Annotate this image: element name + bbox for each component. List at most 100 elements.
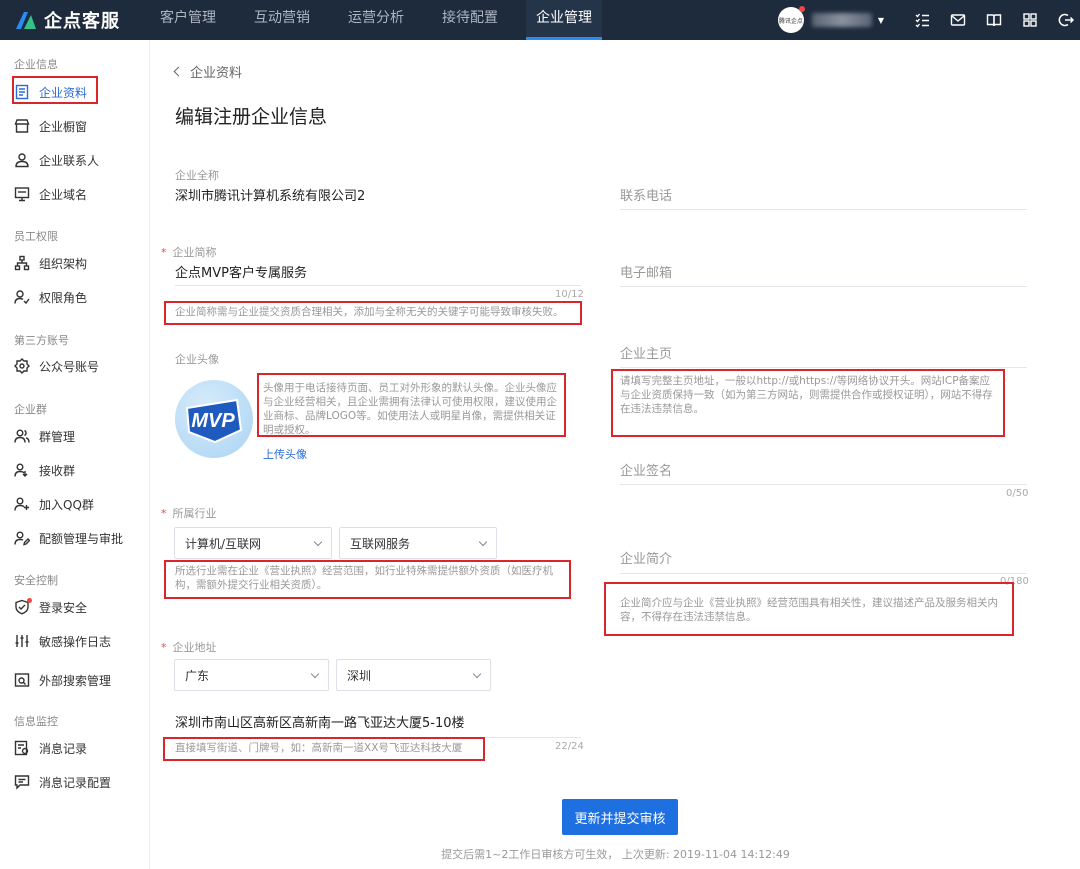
sidebar-item-login-security[interactable]: 登录安全: [14, 596, 87, 618]
sidebar-group-groups: 企业群: [14, 403, 47, 416]
province-select[interactable]: 广东: [174, 659, 329, 691]
annotation-box-sidebar: [12, 76, 98, 104]
intro-input[interactable]: 企业简介: [620, 548, 1027, 570]
sidebar-item-org[interactable]: 组织架构: [14, 252, 87, 274]
mvp-logo-text: MVP: [191, 410, 235, 432]
sidebar-item-label: 登录安全: [39, 600, 88, 615]
message-record-icon: [14, 740, 29, 756]
chevron-left-icon: [173, 66, 184, 77]
industry-label-text: 所属行业: [172, 507, 217, 520]
user-permission-icon: [14, 290, 30, 305]
sliders-icon: [15, 635, 29, 647]
nav-marketing[interactable]: 互动营销: [244, 0, 320, 40]
back-link[interactable]: 企业资料: [173, 62, 243, 81]
sidebar-item-label: 企业橱窗: [39, 119, 88, 134]
nav-analytics[interactable]: 运营分析: [338, 0, 414, 40]
upload-avatar-link[interactable]: 上传头像: [263, 446, 307, 462]
signature-underline: [620, 484, 1027, 485]
homepage-input[interactable]: 企业主页: [620, 343, 1027, 365]
address-label-text: 企业地址: [172, 641, 217, 654]
search-window-icon: [14, 673, 30, 687]
sidebar-item-domain[interactable]: 企业域名: [14, 183, 87, 205]
task-list-icon[interactable]: [914, 12, 930, 28]
phone-input[interactable]: 联系电话: [620, 185, 1027, 207]
industry-secondary-value: 互联网服务: [350, 536, 411, 551]
nav-enterprise[interactable]: 企业管理: [526, 0, 602, 40]
chevron-down-icon: [478, 537, 488, 546]
join-group-icon: [14, 497, 29, 511]
alert-dot: [27, 598, 32, 603]
chevron-down-icon: [310, 669, 320, 678]
sidebar-item-label: 配额管理与审批: [39, 531, 124, 546]
annotation-box-homepage: [611, 369, 1005, 437]
sidebar-item-contacts[interactable]: 企业联系人: [14, 149, 99, 171]
page-title: 编辑注册企业信息: [175, 106, 328, 128]
annotation-box-industry: [164, 560, 571, 599]
sidebar-item-label: 消息记录: [39, 741, 88, 756]
chevron-down-icon: [472, 669, 482, 678]
signature-input[interactable]: 企业签名: [620, 460, 1027, 482]
sidebar-item-join-qq[interactable]: 加入QQ群: [14, 493, 94, 515]
top-right: 腾讯企点 ▼: [777, 0, 1080, 40]
sidebar-item-message-log[interactable]: 消息记录: [14, 737, 87, 759]
industry-primary-select[interactable]: 计算机/互联网: [174, 527, 332, 559]
industry-secondary-select[interactable]: 互联网服务: [339, 527, 497, 559]
submit-review-button[interactable]: 更新并提交审核: [562, 799, 678, 835]
sidebar: 企业信息 企业资料 企业橱窗 企业联系人 企业域名 员工权限 组织架构 权限角色…: [0, 40, 150, 869]
sidebar-item-label: 群管理: [39, 429, 76, 444]
enterprise-avatar: MVP: [175, 380, 253, 458]
notification-dot: [798, 6, 805, 12]
back-label: 企业资料: [190, 66, 243, 81]
short-name-label: * 企业简称: [161, 244, 217, 260]
short-name-label-text: 企业简称: [172, 246, 217, 259]
short-name-input[interactable]: 企点MVP客户专属服务: [175, 262, 581, 284]
store-icon: [14, 119, 30, 133]
sidebar-item-label: 权限角色: [39, 290, 88, 305]
person-icon: [15, 153, 29, 168]
sidebar-item-external-search[interactable]: 外部搜索管理: [14, 669, 111, 691]
brand[interactable]: 企点客服: [0, 7, 150, 33]
phone-underline: [620, 209, 1027, 210]
sidebar-item-sensitive-log[interactable]: 敏感操作日志: [14, 630, 111, 652]
address-counter: 22/24: [555, 741, 584, 752]
sidebar-item-group-manage[interactable]: 群管理: [14, 425, 75, 447]
nav-reception[interactable]: 接待配置: [432, 0, 508, 40]
sidebar-item-label: 组织架构: [39, 256, 88, 271]
short-name-underline: [175, 285, 581, 286]
top-nav: 客户管理 互动营销 运营分析 接待配置 企业管理: [150, 0, 620, 40]
book-icon[interactable]: [986, 12, 1002, 28]
sidebar-group-staff: 员工权限: [14, 230, 58, 243]
user-edit-icon: [14, 531, 30, 546]
full-name-value: 深圳市腾讯计算机系统有限公司2: [175, 189, 366, 204]
sidebar-item-receive-group[interactable]: 接收群: [14, 459, 75, 481]
avatar-text: 腾讯企点: [778, 17, 803, 25]
industry-label: * 所属行业: [161, 505, 217, 521]
required-mark: *: [161, 641, 167, 654]
address-input[interactable]: 深圳市南山区高新区高新南一路飞亚达大厦5-10楼: [175, 712, 581, 734]
caret-down-icon[interactable]: ▼: [878, 16, 884, 25]
homepage-underline: [620, 367, 1027, 368]
email-underline: [620, 286, 1027, 287]
org-chart-icon: [14, 255, 30, 271]
sidebar-item-label: 外部搜索管理: [39, 673, 112, 688]
mail-icon[interactable]: [950, 12, 966, 28]
sidebar-item-label: 企业联系人: [39, 153, 100, 168]
avatar[interactable]: 腾讯企点: [777, 6, 805, 33]
username-blurred[interactable]: [811, 13, 872, 27]
brand-name: 企点客服: [44, 11, 120, 32]
sidebar-item-message-config[interactable]: 消息记录配置: [14, 771, 111, 793]
logout-icon[interactable]: [1058, 12, 1074, 28]
sidebar-item-label: 企业域名: [39, 187, 88, 202]
province-value: 广东: [185, 668, 210, 683]
nav-customer[interactable]: 客户管理: [150, 0, 226, 40]
sidebar-item-official-account[interactable]: 公众号账号: [14, 355, 99, 377]
chat-config-icon: [14, 775, 30, 790]
sidebar-group-monitor: 信息监控: [14, 715, 58, 728]
email-input[interactable]: 电子邮箱: [620, 262, 1027, 284]
sidebar-item-quota[interactable]: 配额管理与审批: [14, 527, 123, 549]
sidebar-item-roles[interactable]: 权限角色: [14, 286, 87, 308]
full-name-label: 企业全称: [175, 169, 219, 182]
apps-grid-icon[interactable]: [1022, 12, 1038, 28]
city-select[interactable]: 深圳: [336, 659, 491, 691]
sidebar-item-showcase[interactable]: 企业橱窗: [14, 115, 87, 137]
